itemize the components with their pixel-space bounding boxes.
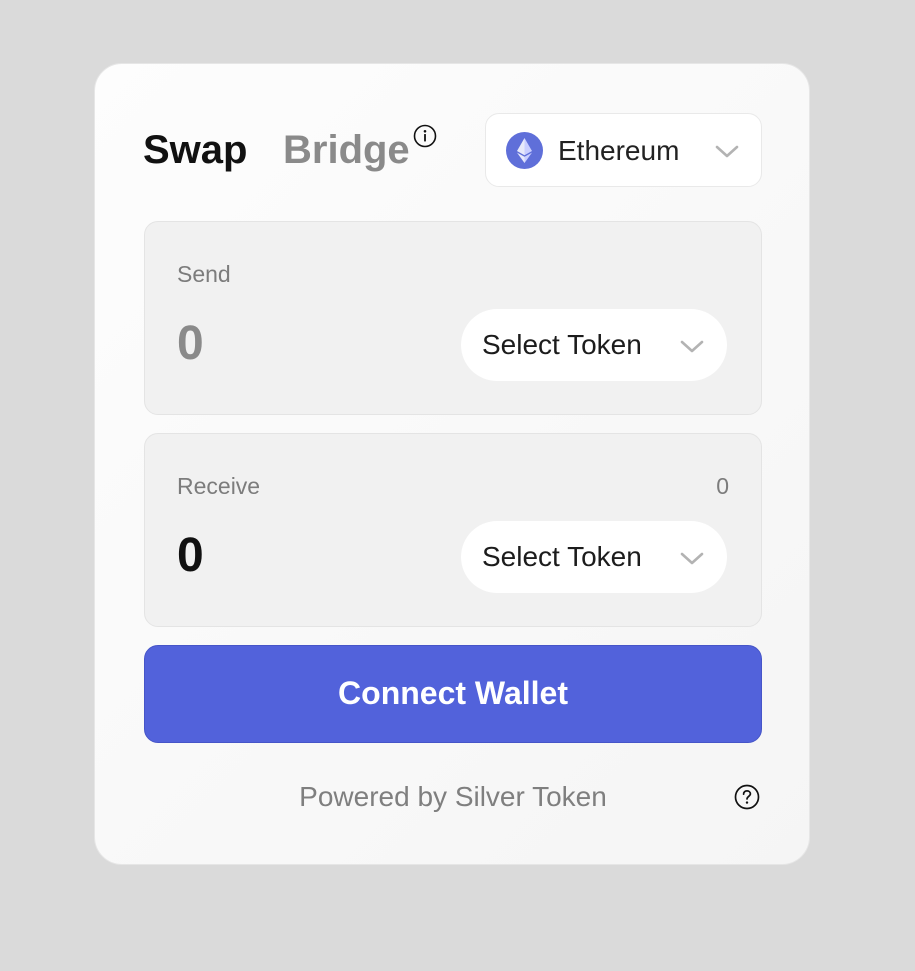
send-token-label: Select Token: [482, 329, 642, 360]
info-icon[interactable]: [413, 124, 437, 148]
tab-bridge[interactable]: Bridge: [283, 128, 410, 172]
receive-token-select-button[interactable]: Select Token: [461, 521, 727, 593]
network-selector[interactable]: Ethereum: [485, 113, 762, 187]
send-token-select-button[interactable]: Select Token: [461, 309, 727, 381]
network-label: Ethereum: [558, 135, 680, 166]
chevron-down-icon: [680, 340, 704, 353]
powered-by-text: Powered by Silver Token: [299, 781, 607, 812]
receive-label: Receive: [177, 473, 261, 499]
chevron-down-icon: [715, 145, 739, 158]
receive-token-label: Select Token: [482, 541, 642, 572]
tab-swap[interactable]: Swap: [143, 128, 247, 172]
send-panel: Send Select Token: [144, 221, 762, 415]
receive-panel: Receive 0 Select Token: [144, 433, 762, 627]
send-label: Send: [177, 261, 231, 287]
connect-wallet-button[interactable]: Connect Wallet: [144, 645, 762, 743]
receive-balance: 0: [716, 473, 729, 499]
chevron-down-icon: [680, 552, 704, 565]
send-amount-input[interactable]: [177, 317, 397, 371]
receive-amount-input[interactable]: [177, 529, 397, 583]
ethereum-icon: [506, 132, 543, 169]
question-circle-icon[interactable]: [734, 784, 760, 810]
